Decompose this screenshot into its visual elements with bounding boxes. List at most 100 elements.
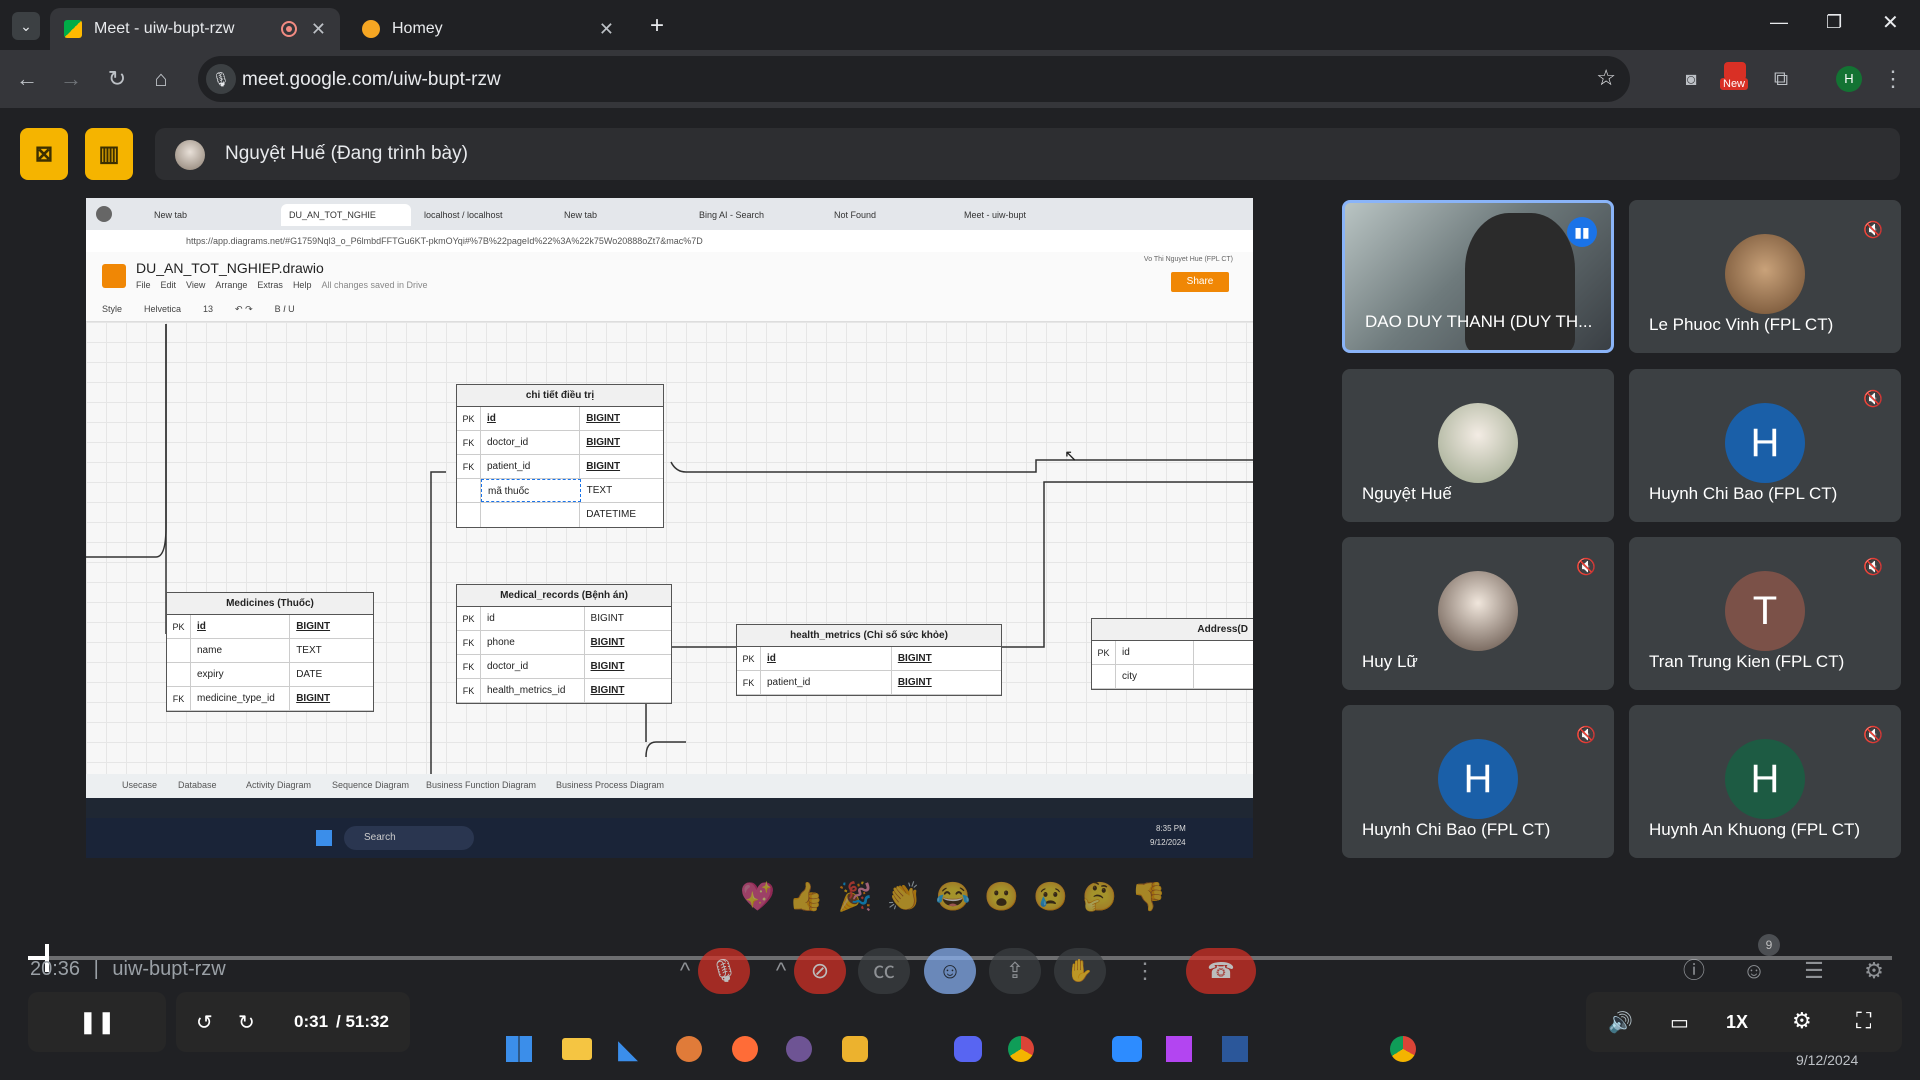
meeting-details-icon[interactable]: ⓘ (1668, 948, 1720, 994)
profile-avatar[interactable]: H (1836, 66, 1862, 92)
github-icon[interactable] (786, 1036, 812, 1062)
raise-hand-button[interactable]: ✋ (1054, 948, 1106, 994)
thumbs-up-reaction-icon[interactable]: 👍 (789, 881, 838, 912)
chat-icon[interactable]: ☰ (1788, 948, 1840, 994)
leave-call-button[interactable]: ☎ (1186, 948, 1256, 994)
participant-tile[interactable]: H 🔇 Huynh An Khuong (FPL CT) (1629, 705, 1901, 858)
heart-reaction-icon[interactable]: 💖 (740, 881, 789, 912)
present-button[interactable]: ⇪ (989, 948, 1041, 994)
font-size-select: 13 (203, 304, 214, 314)
participant-tile[interactable]: H 🔇 Huynh Chi Bao (FPL CT) (1629, 369, 1901, 522)
er-col: medicine_type_id (191, 687, 291, 710)
shared-url: https://app.diagrams.net/#G1759Nql3_o_P6… (186, 236, 703, 246)
site-info-icon[interactable]: 🎙 (206, 64, 236, 94)
participant-tile[interactable]: T 🔇 Tran Trung Kien (FPL CT) (1629, 537, 1901, 690)
drawio-user-label: Vo Thi Nguyet Hue (FPL CT) (1143, 256, 1233, 263)
url-text: meet.google.com/uiw-bupt-rzw (242, 69, 501, 90)
new-tab-button[interactable]: + (650, 12, 664, 40)
saved-status: All changes saved in Drive (321, 280, 428, 290)
page-tab: Sequence Diagram (332, 780, 410, 790)
speaking-indicator-icon: ▮▮ (1567, 217, 1597, 247)
discord-icon[interactable] (954, 1036, 982, 1062)
menu-extras: Extras (257, 280, 283, 290)
word-icon[interactable] (1222, 1036, 1248, 1062)
camera-extension-icon[interactable]: ◙ (1676, 64, 1706, 94)
er-table-row: FK patient_id BIGINT (457, 455, 663, 479)
participant-name: Huynh An Khuong (FPL CT) (1649, 820, 1861, 839)
mic-off-icon: 🔇 (1576, 727, 1596, 744)
participant-tile[interactable]: H 🔇 Huynh Chi Bao (FPL CT) (1342, 705, 1614, 858)
participant-name: Huynh Chi Bao (FPL CT) (1362, 820, 1551, 839)
activities-icon[interactable]: ⚙ (1848, 948, 1900, 994)
participant-tile[interactable]: ▮▮ DAO DUY THANH (DUY TH... (1342, 200, 1614, 353)
layout-button[interactable]: ▥ (85, 128, 133, 180)
bookmark-star-icon[interactable]: ☆ (1596, 65, 1616, 91)
camera-off-button[interactable]: ⊘ (794, 948, 846, 994)
tab-homey[interactable]: Homey ✕ (348, 8, 628, 50)
diagram-canvas: chi tiết điều trị PK id BIGINT FK doctor_id… (86, 322, 1253, 774)
emoji-button[interactable]: ☺ (924, 948, 976, 994)
slack-icon[interactable] (842, 1036, 868, 1062)
meet-favicon-icon (64, 20, 82, 38)
participant-name: Nguyệt Huế (1362, 484, 1452, 503)
surprised-reaction-icon[interactable]: 😮 (984, 881, 1033, 912)
drawio-menu: File Edit View Arrange Extras Help All c… (136, 280, 428, 290)
participant-tile[interactable]: Nguyệt Huế (1342, 369, 1614, 522)
party-reaction-icon[interactable]: 🎉 (838, 881, 887, 912)
er-col: health_metrics_id (481, 679, 585, 702)
minimize-icon[interactable]: — (1770, 12, 1788, 33)
meeting-divider: | (93, 958, 99, 980)
drawio-logo-icon (102, 264, 126, 288)
drawio-file-title: DU_AN_TOT_NGHIEP.drawio (136, 260, 324, 276)
mouse-cursor-icon: ↖ (1064, 448, 1078, 465)
close-tab-icon[interactable]: ✕ (599, 19, 614, 40)
forward-icon[interactable]: → (56, 64, 86, 94)
new-extension-badge[interactable]: New (1718, 62, 1752, 96)
sad-reaction-icon[interactable]: 😢 (1033, 881, 1082, 912)
close-window-icon[interactable]: ✕ (1882, 10, 1899, 35)
er-col: patient_id (761, 671, 892, 694)
mic-off-button[interactable]: 🎙 (698, 948, 750, 994)
shared-tab: localhost / localhost (424, 210, 503, 220)
taskbar-time: 8:35 PM (1156, 824, 1186, 833)
windows-start-icon[interactable] (506, 1036, 532, 1062)
address-bar[interactable]: 🎙 meet.google.com/uiw-bupt-rzw ☆ (198, 56, 1630, 102)
clap-reaction-icon[interactable]: 👏 (887, 881, 936, 912)
phpstorm-icon[interactable] (1166, 1036, 1192, 1062)
er-key: PK (457, 407, 481, 430)
tab-search-button[interactable]: ⌄ (12, 12, 40, 40)
postman-icon[interactable] (732, 1036, 758, 1062)
er-type: BIGINT (586, 437, 621, 448)
app-icon[interactable] (676, 1036, 702, 1062)
tab-meet[interactable]: Meet - uiw-bupt-rzw ✕ (50, 8, 340, 50)
home-icon[interactable]: ⌂ (146, 64, 176, 94)
er-type: BIGINT (590, 685, 625, 696)
participant-tile[interactable]: 🔇 Huy Lữ (1342, 537, 1614, 690)
close-tab-icon[interactable]: ✕ (311, 19, 326, 40)
thumbs-down-reaction-icon[interactable]: 👎 (1131, 881, 1180, 912)
chrome-icon[interactable] (1008, 1036, 1034, 1062)
er-col: id (191, 615, 291, 638)
stop-presentation-view-button[interactable]: ⊠ (20, 128, 68, 180)
mic-options-icon[interactable]: ^ (672, 948, 698, 994)
shared-tab: DU_AN_TOT_NGHIE (281, 204, 411, 226)
captions-button[interactable]: ㏄ (858, 948, 910, 994)
thinking-reaction-icon[interactable]: 🤔 (1082, 881, 1131, 912)
participant-tile[interactable]: 🔇 Le Phuoc Vinh (FPL CT) (1629, 200, 1901, 353)
tray-date: 9/12/2024 (1796, 1052, 1859, 1068)
reload-icon[interactable]: ↻ (102, 64, 132, 94)
extensions-puzzle-icon[interactable]: ⧉ (1766, 64, 1796, 94)
file-explorer-icon[interactable] (562, 1038, 592, 1060)
back-icon[interactable]: ← (12, 64, 42, 94)
page-tab: Usecase (122, 780, 158, 790)
zoom-icon[interactable] (1112, 1036, 1142, 1062)
restore-icon[interactable]: ❐ (1826, 12, 1842, 33)
mic-off-icon: 🔇 (1863, 391, 1883, 408)
er-col: patient_id (481, 455, 581, 478)
browser-menu-icon[interactable]: ⋮ (1878, 64, 1908, 94)
vscode-icon[interactable]: ◣ (618, 1034, 638, 1065)
more-options-icon[interactable]: ⋮ (1119, 948, 1171, 994)
joy-reaction-icon[interactable]: 😂 (936, 881, 985, 912)
camera-options-icon[interactable]: ^ (768, 948, 794, 994)
chrome-icon[interactable] (1390, 1036, 1416, 1062)
